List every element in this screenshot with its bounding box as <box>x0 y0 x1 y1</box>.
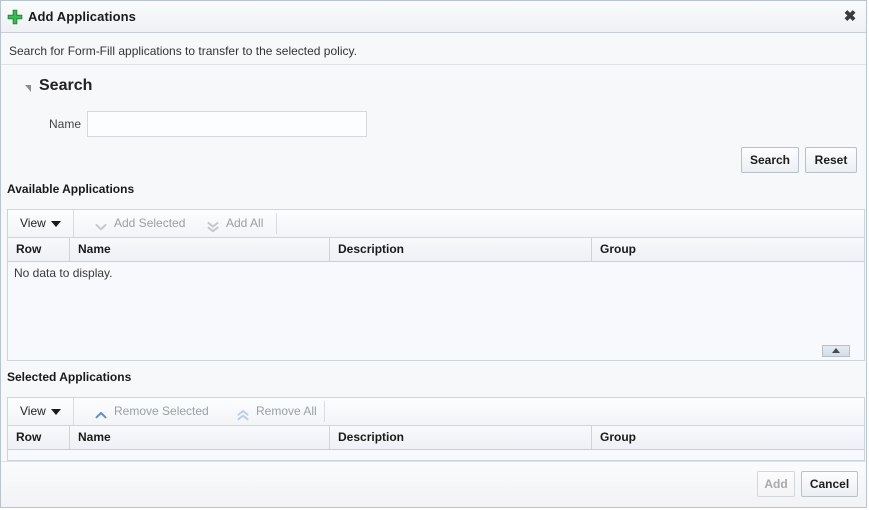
available-column-header-row: Row Name Description Group <box>8 238 864 262</box>
toolbar-divider <box>324 401 325 422</box>
cancel-button[interactable]: Cancel <box>801 471 858 497</box>
name-field-label: Name <box>48 117 81 131</box>
caret-down-icon <box>50 408 61 415</box>
column-header-row[interactable]: Row <box>8 238 70 261</box>
selected-applications-title: Selected Applications <box>7 370 132 384</box>
close-icon[interactable]: ✖ <box>840 7 860 27</box>
selected-view-label: View <box>20 404 46 418</box>
disclosure-triangle-expanded-icon[interactable] <box>25 85 31 92</box>
selected-applications-panel: View Remove Selected Remove All Row Name… <box>7 397 865 461</box>
search-section-title: Search <box>39 77 93 94</box>
dialog-footer: Add Cancel <box>1 461 866 507</box>
resize-grip-icon[interactable] <box>822 345 850 357</box>
dialog-title: Add Applications <box>28 9 137 24</box>
add-plus-icon <box>7 9 23 25</box>
column-header-row[interactable]: Row <box>8 426 70 449</box>
chevron-up-icon <box>94 405 108 419</box>
search-name-input[interactable] <box>87 111 367 137</box>
remove-all-button[interactable]: Remove All <box>234 398 317 425</box>
remove-all-label: Remove All <box>256 404 317 418</box>
column-header-group[interactable]: Group <box>592 426 864 449</box>
add-selected-label: Add Selected <box>114 216 186 230</box>
column-header-description[interactable]: Description <box>330 238 592 261</box>
add-all-button[interactable]: Add All <box>204 210 263 237</box>
available-toolbar: View Add Selected Add All <box>8 210 864 238</box>
available-applications-title: Available Applications <box>7 182 135 196</box>
column-header-description[interactable]: Description <box>330 426 592 449</box>
add-selected-button[interactable]: Add Selected <box>92 210 185 237</box>
column-header-group[interactable]: Group <box>592 238 864 261</box>
add-button[interactable]: Add <box>757 471 795 497</box>
selected-column-header-row: Row Name Description Group <box>8 426 864 450</box>
selected-view-menu[interactable]: View <box>8 398 74 425</box>
available-view-label: View <box>20 216 46 230</box>
instruction-text: Search for Form-Fill applications to tra… <box>9 44 357 58</box>
available-view-menu[interactable]: View <box>8 210 74 237</box>
add-all-label: Add All <box>226 216 264 230</box>
available-empty-message: No data to display. <box>14 266 113 280</box>
column-header-name[interactable]: Name <box>70 238 330 261</box>
caret-down-icon <box>50 220 61 227</box>
toolbar-divider <box>276 213 277 234</box>
double-chevron-up-icon <box>236 405 250 421</box>
double-chevron-down-icon <box>206 217 220 233</box>
remove-selected-label: Remove Selected <box>114 404 209 418</box>
chevron-down-icon <box>94 217 108 231</box>
reset-button[interactable]: Reset <box>805 147 857 173</box>
remove-selected-button[interactable]: Remove Selected <box>92 398 209 425</box>
available-applications-panel: View Add Selected Add All Row Name Descr… <box>7 209 865 361</box>
dialog-titlebar: Add Applications ✖ <box>1 1 866 33</box>
selected-toolbar: View Remove Selected Remove All <box>8 398 864 426</box>
column-header-name[interactable]: Name <box>70 426 330 449</box>
search-button[interactable]: Search <box>741 147 799 173</box>
selected-table-body <box>8 450 864 460</box>
add-applications-dialog: Add Applications ✖ Search for Form-Fill … <box>0 0 867 508</box>
header-divider <box>1 64 866 65</box>
available-table-body: No data to display. <box>8 262 864 360</box>
